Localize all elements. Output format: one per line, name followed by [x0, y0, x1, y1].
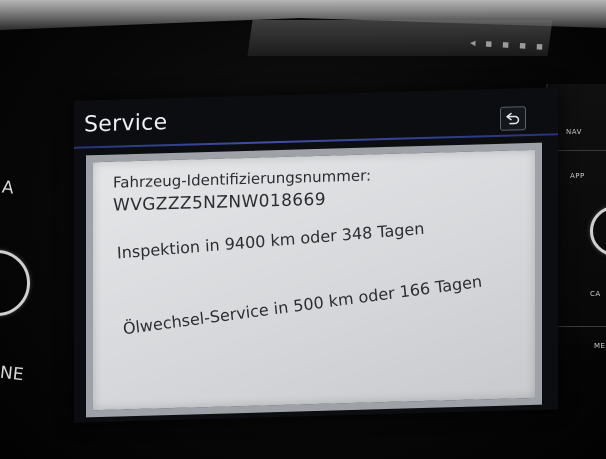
oil-service-due-text: Ölwechsel-Service in 500 km oder 166 Tag…: [122, 271, 483, 339]
hardware-divider: [556, 326, 606, 327]
hardware-button-label[interactable]: A: [1, 177, 15, 198]
back-button[interactable]: [500, 106, 526, 131]
service-info-dialog: Fahrzeug-Identifizierungsnummer: WVGZZZ5…: [86, 142, 542, 418]
photo-frame: ◂ ▪ ▪ ▪ ▪ A NE NAV APP CA ME Service Fah…: [0, 0, 606, 459]
nav-hardware-button[interactable]: NAV: [566, 128, 582, 136]
vin-value: WVGZZZ5NZNW018669: [113, 189, 326, 216]
app-hardware-button[interactable]: APP: [570, 172, 585, 180]
car-hardware-button[interactable]: CA: [590, 290, 601, 298]
back-arrow-icon: [506, 112, 520, 125]
inspection-due-text: Inspektion in 9400 km oder 348 Tagen: [116, 218, 425, 263]
hardware-divider: [556, 150, 606, 151]
vin-label: Fahrzeug-Identifizierungsnummer:: [113, 166, 372, 192]
page-title: Service: [84, 110, 168, 138]
volume-knob[interactable]: [0, 250, 30, 316]
menu-hardware-button[interactable]: ME: [594, 342, 605, 350]
infotainment-screen: Service Fahrzeug-Identifizierungsnummer:…: [74, 87, 558, 423]
hardware-button-label[interactable]: NE: [0, 363, 24, 385]
